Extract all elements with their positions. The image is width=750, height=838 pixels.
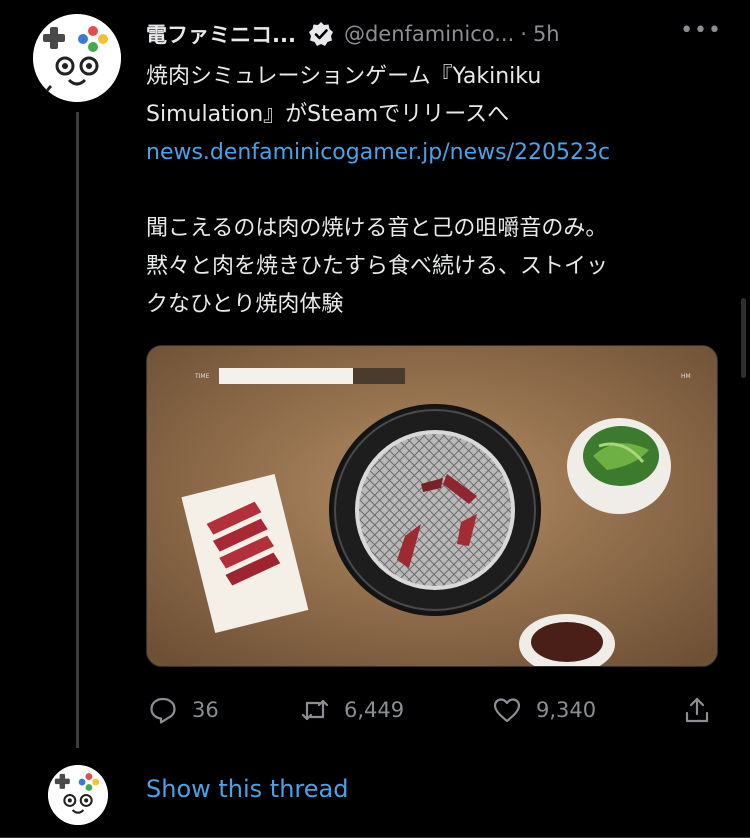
reply-count: 36 [192, 698, 219, 722]
thread-connector-line [76, 112, 79, 748]
tweet-text-line: 黙々と肉を焼きひたすら食べ続ける、ストイッ [146, 254, 609, 279]
heart-icon [493, 698, 521, 723]
tweet-text-line: クなひとり焼肉体験 [146, 292, 344, 317]
tweet-text-line: 聞こえるのは肉の焼ける音と己の咀嚼音のみ。 [146, 216, 608, 241]
verified-badge-icon [308, 21, 334, 47]
timestamp[interactable]: 5h [533, 22, 560, 46]
tweet-link[interactable]: news.denfaminicogamer.jp/news/220523c [146, 134, 706, 172]
display-name[interactable]: 電ファミニコ... [146, 19, 296, 49]
share-icon [685, 697, 709, 723]
separator-dot: · [520, 22, 527, 46]
tweet-actions: 36 6,449 9,340 [146, 690, 718, 730]
svg-text:TIME: TIME [194, 373, 210, 380]
mascot-avatar-icon [48, 765, 108, 825]
like-count: 9,340 [536, 698, 597, 722]
mascot-avatar-icon [33, 14, 121, 102]
scrollbar[interactable] [741, 298, 746, 378]
more-icon[interactable]: ••• [680, 18, 722, 43]
tweet-text-line: 焼肉シミュレーションゲーム『Yakiniku [146, 64, 542, 89]
timer-bar-fill [219, 368, 353, 384]
retweet-icon [301, 699, 329, 721]
reply-icon [150, 697, 176, 724]
share-button[interactable] [682, 690, 726, 730]
svg-text:HM: HM [681, 373, 691, 380]
retweet-count: 6,449 [344, 698, 405, 722]
retweet-button[interactable]: 6,449 [300, 690, 404, 730]
thread-avatar[interactable] [48, 765, 108, 825]
reply-button[interactable]: 36 [148, 690, 219, 730]
tweet-header: 電ファミニコ... @denfaminico... · 5h ••• [146, 18, 722, 50]
like-button[interactable]: 9,340 [492, 690, 596, 730]
yakiniku-game-screenshot: TIME HM [147, 346, 717, 666]
user-handle[interactable]: @denfaminico... [344, 22, 514, 46]
show-thread-link[interactable]: Show this thread [146, 775, 348, 803]
tweet-text-line: Simulation』がSteamでリリースへ [146, 102, 510, 127]
tweet-media-image[interactable]: TIME HM [146, 345, 718, 667]
avatar[interactable] [33, 14, 121, 102]
